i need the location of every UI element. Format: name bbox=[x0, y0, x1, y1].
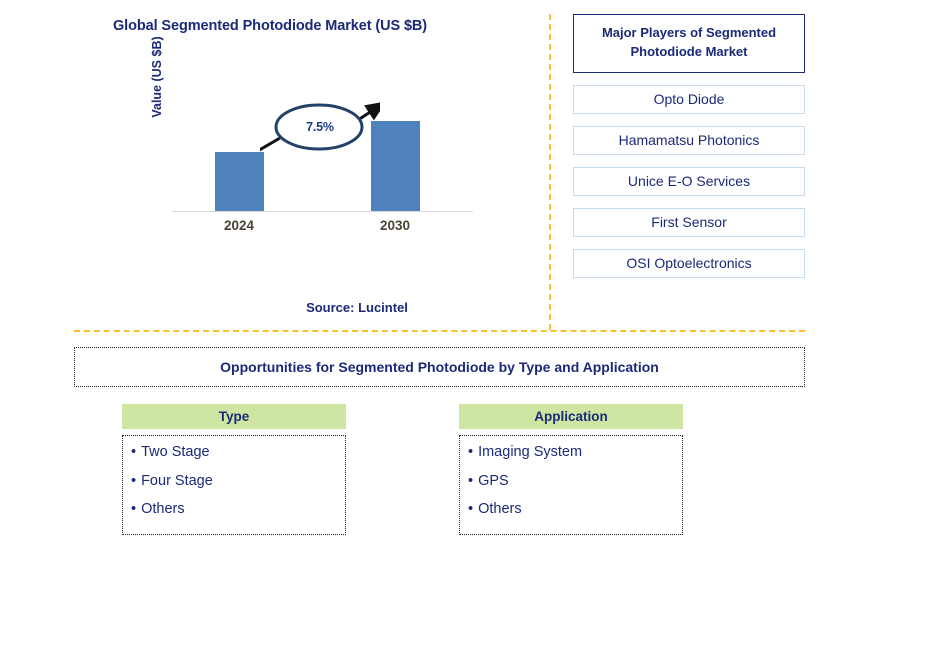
player-item-first-sensor[interactable]: First Sensor bbox=[573, 207, 805, 237]
list-item-label: Others bbox=[141, 501, 185, 517]
bullet-icon: • bbox=[131, 472, 137, 489]
segment-header-application: Application bbox=[459, 404, 683, 429]
list-item: • Others bbox=[131, 502, 345, 517]
segment-column-type: Type • Two Stage • Four Stage • Others bbox=[122, 404, 346, 535]
player-item-label: OSI Optoelectronics bbox=[626, 254, 752, 271]
list-item: • Two Stage bbox=[131, 445, 345, 460]
bullet-icon: • bbox=[131, 444, 137, 460]
chart-title: Global Segmented Photodiode Market (US $… bbox=[112, 18, 428, 34]
cagr-callout: 7.5% bbox=[255, 96, 387, 158]
player-item-opto-diode[interactable]: Opto Diode bbox=[573, 84, 805, 114]
x-axis-line bbox=[172, 211, 473, 212]
list-item: • Others bbox=[468, 502, 682, 517]
player-item-label: Unice E-O Services bbox=[627, 172, 751, 189]
player-item-label: Opto Diode bbox=[653, 90, 725, 107]
segment-header-type: Type bbox=[122, 404, 346, 429]
x-tick-label-2030: 2030 bbox=[379, 218, 411, 233]
player-item-label: Hamamatsu Photonics bbox=[618, 131, 760, 148]
bar-2024 bbox=[215, 152, 264, 211]
bullet-icon: • bbox=[468, 444, 474, 460]
player-item-hamamatsu-photonics[interactable]: Hamamatsu Photonics bbox=[573, 125, 805, 155]
cagr-value-label: 7.5% bbox=[306, 120, 334, 134]
list-item: • GPS bbox=[468, 472, 682, 489]
segment-body-type: • Two Stage • Four Stage • Others bbox=[122, 435, 346, 535]
major-players-panel: Major Players of Segmented Photodiode Ma… bbox=[573, 14, 805, 278]
x-tick-label-2024: 2024 bbox=[223, 218, 255, 233]
bullet-icon: • bbox=[131, 501, 137, 517]
list-item-label: Imaging System bbox=[478, 444, 583, 460]
horizontal-divider bbox=[74, 330, 805, 332]
player-item-osi-optoelectronics[interactable]: OSI Optoelectronics bbox=[573, 248, 805, 278]
bullet-icon: • bbox=[468, 472, 474, 489]
list-item: • Imaging System bbox=[468, 445, 682, 460]
list-item-label: GPS bbox=[478, 472, 509, 489]
major-players-header: Major Players of Segmented Photodiode Ma… bbox=[573, 14, 805, 73]
player-item-unice-e-o-services[interactable]: Unice E-O Services bbox=[573, 166, 805, 196]
segment-body-application: • Imaging System • GPS • Others bbox=[459, 435, 683, 535]
opportunities-banner: Opportunities for Segmented Photodiode b… bbox=[74, 347, 805, 387]
bullet-icon: • bbox=[468, 501, 474, 517]
list-item: • Four Stage bbox=[131, 472, 345, 489]
vertical-divider bbox=[549, 14, 551, 330]
segment-column-application: Application • Imaging System • GPS • Others bbox=[459, 404, 683, 535]
y-axis-label: Value (US $B) bbox=[150, 36, 164, 118]
chart-panel: Global Segmented Photodiode Market (US $… bbox=[0, 0, 549, 330]
list-item-label: Four Stage bbox=[141, 472, 213, 489]
list-item-label: Others bbox=[478, 501, 522, 517]
player-item-label: First Sensor bbox=[651, 213, 727, 230]
bar-chart-plot-area: Value (US $B) 2024 2030 7.5% bbox=[150, 36, 477, 233]
source-label: Source: Lucintel bbox=[306, 300, 408, 315]
list-item-label: Two Stage bbox=[141, 444, 210, 460]
